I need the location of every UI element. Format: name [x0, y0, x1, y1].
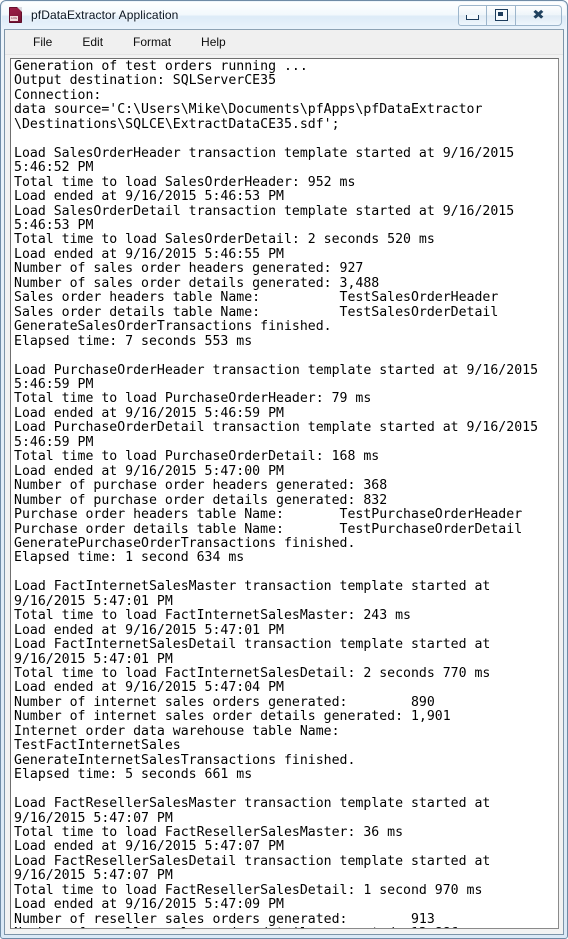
menu-format[interactable]: Format: [123, 32, 181, 52]
title-bar[interactable]: LOG pfDataExtractor Application ✖: [1, 1, 567, 29]
window-controls: ✖: [458, 4, 562, 26]
minimize-button[interactable]: [458, 4, 487, 26]
minimize-icon: [466, 15, 479, 20]
maximize-button[interactable]: [487, 4, 516, 26]
menu-bar: File Edit Format Help: [5, 30, 563, 55]
window-title: pfDataExtractor Application: [31, 8, 179, 22]
maximize-icon: [494, 9, 508, 21]
application-window: LOG pfDataExtractor Application ✖ File E…: [0, 0, 568, 939]
document-icon: LOG: [8, 7, 24, 23]
menu-edit[interactable]: Edit: [72, 32, 113, 52]
output-log-text[interactable]: Generation of test orders running ... Ou…: [11, 59, 558, 928]
close-button[interactable]: ✖: [516, 4, 562, 26]
menu-help[interactable]: Help: [191, 32, 236, 52]
close-icon: ✖: [532, 7, 545, 23]
client-area: File Edit Format Help Generation of test…: [4, 29, 564, 935]
menu-file[interactable]: File: [23, 32, 62, 52]
output-textbox[interactable]: Generation of test orders running ... Ou…: [10, 58, 559, 929]
